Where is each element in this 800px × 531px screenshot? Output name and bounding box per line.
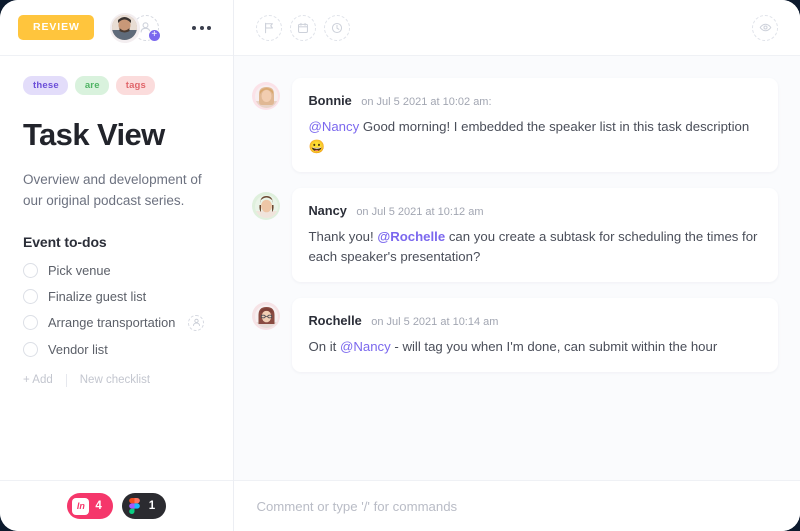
comment-bubble: Bonnie on Jul 5 2021 at 10:02 am: @Nancy…	[292, 78, 778, 173]
comment-author: Bonnie	[308, 93, 352, 108]
comment-body: On it @Nancy - will tag you when I'm don…	[308, 337, 762, 357]
task-details-panel: REVIEW + these are tags Task View Overvi…	[0, 0, 235, 531]
tag-chip[interactable]: these	[23, 76, 68, 95]
checklist-item[interactable]: Vendor list	[23, 341, 210, 357]
mention-link[interactable]: @Nancy	[340, 339, 391, 354]
checklist-title: Event to-dos	[23, 233, 107, 250]
comment-item: Rochelle on Jul 5 2021 at 10:14 am On it…	[252, 298, 778, 373]
divider	[65, 373, 67, 387]
checkbox-icon[interactable]	[23, 315, 38, 331]
checkbox-icon[interactable]	[23, 262, 38, 278]
comment-bubble: Rochelle on Jul 5 2021 at 10:14 am On it…	[292, 298, 778, 373]
text-before: Thank you!	[308, 229, 378, 245]
review-status-button[interactable]: REVIEW	[18, 15, 94, 40]
invision-badge[interactable]: In 4	[67, 493, 113, 519]
plus-icon: +	[147, 28, 161, 42]
page-title: Task View	[23, 117, 165, 152]
more-options-button[interactable]	[188, 18, 215, 38]
commenter-photo	[254, 84, 278, 108]
checklist-item[interactable]: Pick venue	[23, 262, 210, 278]
comment-item: Bonnie on Jul 5 2021 at 10:02 am: @Nancy…	[252, 78, 778, 173]
checklist-item-label: Vendor list	[48, 341, 108, 357]
text-before: On it	[308, 339, 340, 355]
tag-chip[interactable]: tags	[115, 76, 156, 95]
comment-meta: Bonnie on Jul 5 2021 at 10:02 am:	[308, 92, 762, 110]
avatar[interactable]	[252, 82, 281, 110]
tag-chip[interactable]: are	[74, 76, 109, 95]
flag-icon[interactable]	[256, 14, 283, 41]
dot-icon	[199, 25, 204, 30]
checklist-item-label: Arrange transportation	[48, 315, 176, 331]
integrations-bar: In 4 1	[0, 480, 234, 531]
avatar[interactable]	[252, 192, 281, 221]
figma-icon	[127, 498, 143, 515]
eye-icon[interactable]	[752, 14, 778, 41]
activity-panel: Bonnie on Jul 5 2021 at 10:02 am: @Nancy…	[234, 0, 800, 531]
activity-toolbar	[234, 0, 800, 56]
comment-body: Thank you! @Rochelle can you create a su…	[308, 227, 762, 267]
text-after: Good morning! I embedded the speaker lis…	[308, 119, 750, 155]
avatar[interactable]	[109, 12, 140, 43]
comment-meta: Nancy on Jul 5 2021 at 10:12 am	[308, 202, 762, 220]
text-after: - will tag you when I'm done, can submit…	[390, 339, 718, 355]
new-checklist-button[interactable]: New checklist	[80, 374, 150, 386]
comment-input[interactable]	[256, 498, 778, 514]
assignee-photo	[112, 15, 138, 40]
clock-icon[interactable]	[324, 14, 351, 41]
dot-icon	[192, 25, 197, 30]
avatar[interactable]	[252, 302, 281, 331]
task-toolbar: REVIEW +	[0, 0, 234, 56]
comment-composer	[234, 480, 800, 531]
commenter-photo	[254, 304, 278, 328]
checklist-actions: + Add New checklist	[23, 373, 210, 387]
add-item-button[interactable]: + Add	[23, 374, 53, 386]
task-view-app: REVIEW + these are tags Task View Overvi…	[0, 0, 800, 531]
calendar-icon[interactable]	[290, 14, 317, 41]
checkbox-icon[interactable]	[23, 288, 38, 304]
comment-timestamp: on Jul 5 2021 at 10:14 am	[371, 316, 499, 329]
figma-badge[interactable]: 1	[121, 493, 167, 519]
task-content: these are tags Task View Overview and de…	[0, 56, 233, 480]
invision-count: 4	[95, 500, 102, 512]
dot-icon	[207, 25, 212, 30]
comment-timestamp: on Jul 5 2021 at 10:12 am	[356, 206, 484, 219]
checklist-item-label: Pick venue	[48, 262, 111, 278]
checklist-item[interactable]: Finalize guest list	[23, 288, 210, 304]
checklist-item[interactable]: Arrange transportation	[23, 314, 210, 331]
checkbox-icon[interactable]	[23, 341, 38, 357]
figma-count: 1	[148, 500, 156, 512]
assign-person-icon[interactable]	[188, 314, 205, 331]
comment-timestamp: on Jul 5 2021 at 10:02 am:	[361, 96, 492, 108]
tag-list: these are tags	[23, 76, 210, 95]
comment-author: Rochelle	[308, 313, 362, 329]
comment-bubble: Nancy on Jul 5 2021 at 10:12 am Thank yo…	[292, 188, 778, 283]
mention-link[interactable]: @Rochelle	[377, 229, 445, 244]
comment-author: Nancy	[308, 203, 347, 219]
comment-item: Nancy on Jul 5 2021 at 10:12 am Thank yo…	[252, 188, 778, 283]
mention-link[interactable]: @Nancy	[308, 119, 359, 134]
checklist-item-label: Finalize guest list	[48, 288, 147, 304]
commenter-photo	[254, 194, 278, 218]
comment-meta: Rochelle on Jul 5 2021 at 10:14 am	[308, 312, 762, 330]
assignees-group: +	[109, 12, 161, 43]
task-description: Overview and development of our original…	[23, 172, 202, 209]
comment-list: Bonnie on Jul 5 2021 at 10:02 am: @Nancy…	[234, 56, 800, 480]
invision-icon: In	[72, 497, 90, 515]
comment-body: @Nancy Good morning! I embedded the spea…	[308, 117, 762, 157]
